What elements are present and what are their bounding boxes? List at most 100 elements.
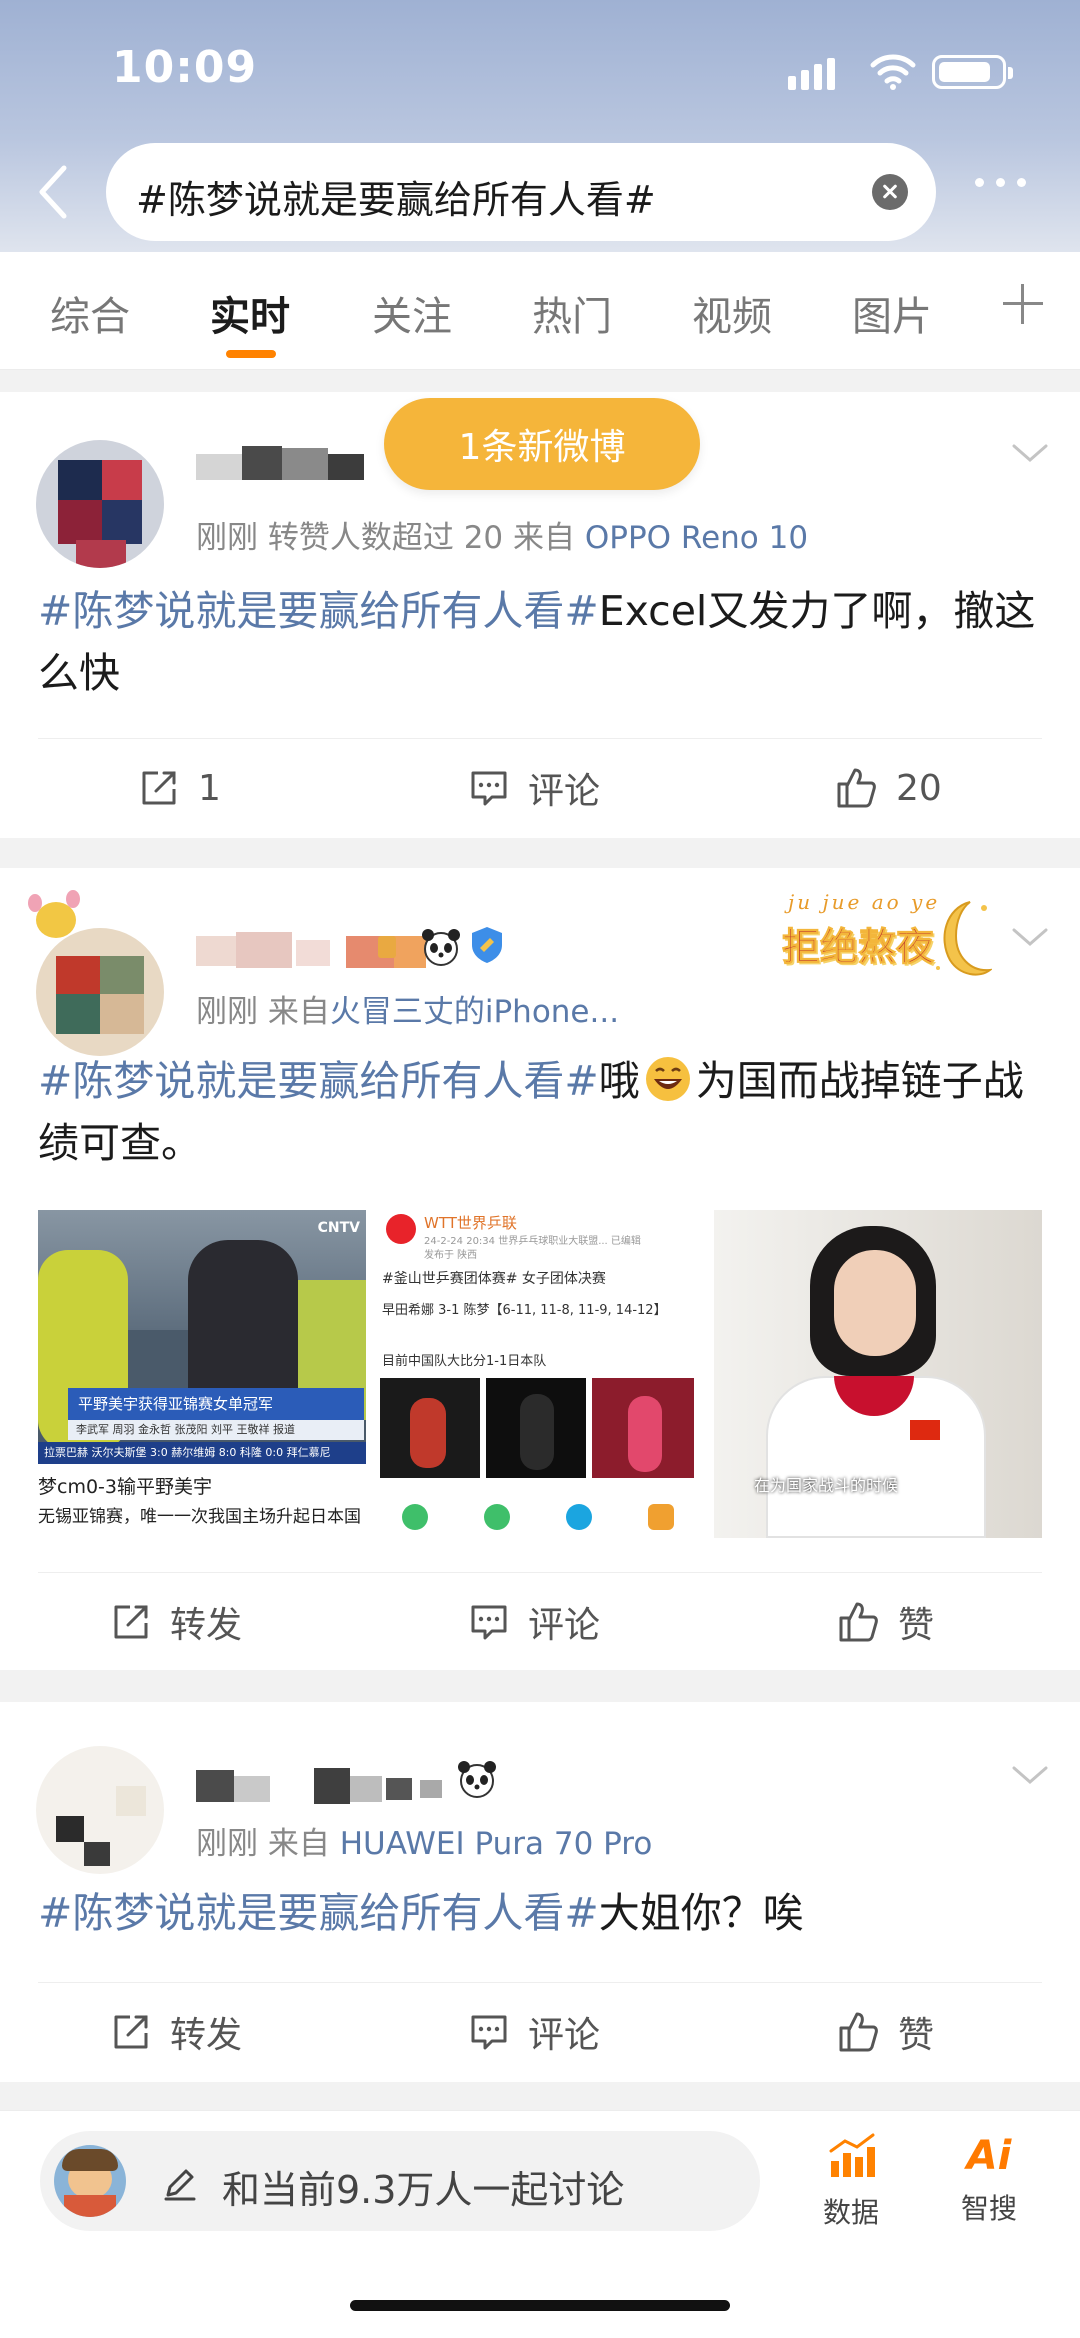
hashtag-link[interactable]: #陈梦说就是要赢给所有人看# xyxy=(38,1889,599,1937)
bar-chart-icon xyxy=(829,2133,875,2177)
tab-hot[interactable]: 热门 xyxy=(532,284,612,342)
post-text: #陈梦说就是要赢给所有人看#大姐你？唉 xyxy=(38,1882,1048,1944)
like-count: 20 xyxy=(896,767,942,809)
hashtag-link[interactable]: #陈梦说就是要赢给所有人看# xyxy=(38,587,599,635)
repost-button[interactable]: 1 xyxy=(138,763,221,813)
dot-icon xyxy=(1017,178,1026,187)
sticker-main-text: 拒绝熬夜 xyxy=(781,925,935,970)
avatar[interactable] xyxy=(36,1746,164,1874)
avatar[interactable] xyxy=(36,440,164,568)
cellular-signal-icon xyxy=(788,58,835,90)
thumbs-up-icon xyxy=(839,2012,878,2052)
repost-count: 1 xyxy=(198,767,221,809)
post-text: #陈梦说就是要赢给所有人看#Excel又发力了啊，撤这么快 xyxy=(38,580,1048,704)
thumbs-up-icon xyxy=(837,768,876,808)
ai-search-label: 智搜 xyxy=(960,2192,1017,2225)
post-source[interactable]: 火冒三丈的iPhone... xyxy=(330,994,619,1030)
tab-video[interactable]: 视频 xyxy=(692,284,772,342)
share-icon xyxy=(114,2015,148,2049)
like-label: 赞 xyxy=(898,2015,935,2056)
header: 10:09 #陈梦说就是要赢给所有人看# xyxy=(0,0,1080,252)
chevron-down-icon[interactable] xyxy=(1010,442,1050,466)
share-icon xyxy=(114,1605,148,1639)
user-avatar[interactable] xyxy=(54,2145,126,2217)
post-image[interactable]: WTT世界乒联 24-2-24 20:34 世界乒乓球职业大联盟... 已编辑 … xyxy=(376,1210,704,1538)
home-indicator xyxy=(350,2300,730,2311)
news-reporters-line: 李武军 周羽 金永哲 张茂阳 刘平 王敬祥 报道 xyxy=(68,1420,364,1440)
repost-label: 转发 xyxy=(170,1605,243,1646)
post-source[interactable]: HUAWEI Pura 70 Pro xyxy=(340,1826,653,1862)
chevron-down-icon[interactable] xyxy=(1010,1764,1050,1788)
action-bar: 1 评论 20 xyxy=(38,738,1042,838)
post-image[interactable]: 在为国家战斗的时候 xyxy=(714,1210,1042,1538)
image-caption-line1: 梦cm0-3输平野美宇 xyxy=(38,1476,212,1498)
chevron-down-icon[interactable] xyxy=(1010,926,1050,950)
sticker-badge: ju jue ao ye 拒绝熬夜 xyxy=(780,886,1000,990)
post-source[interactable]: OPPO Reno 10 xyxy=(585,520,808,556)
post-from: 来自 xyxy=(267,1826,330,1862)
search-input[interactable]: #陈梦说就是要赢给所有人看# xyxy=(106,143,936,241)
dot-icon xyxy=(975,178,984,187)
wtt-score: 早田希娜 3-1 陈梦【6-11, 11-8, 11-9, 14-12】 xyxy=(382,1303,667,1318)
compose-placeholder: 和当前9.3万人一起讨论 xyxy=(222,2168,625,2212)
like-button[interactable]: 20 xyxy=(834,763,942,813)
post-meta: 刚刚 来自火冒三丈的iPhone... xyxy=(196,986,619,1031)
comment-label: 评论 xyxy=(528,2015,601,2056)
post-text: #陈梦说就是要赢给所有人看#哦 为国而战掉链子战绩可查。 xyxy=(38,1050,1048,1174)
wtt-account-name: WTT世界乒联 xyxy=(424,1214,517,1232)
comment-label: 评论 xyxy=(528,1605,601,1646)
comment-button[interactable]: 评论 xyxy=(468,1597,600,1647)
status-time: 10:09 xyxy=(112,42,258,93)
username-blurred[interactable] xyxy=(196,440,366,486)
repost-button[interactable]: 转发 xyxy=(110,1597,242,1647)
battery-icon xyxy=(932,55,1013,89)
data-button[interactable]: 数据 xyxy=(796,2131,906,2231)
ai-search-button[interactable]: Ai 智搜 xyxy=(934,2131,1044,2227)
tab-comprehensive[interactable]: 综合 xyxy=(50,284,130,342)
panda-icon xyxy=(422,929,460,966)
post-time: 刚刚 xyxy=(196,994,258,1030)
chevron-left-icon xyxy=(39,165,67,219)
like-button[interactable]: 赞 xyxy=(836,1597,934,1647)
dot-icon xyxy=(996,178,1005,187)
post-meta: 刚刚 转赞人数超过 20 来自 OPPO Reno 10 xyxy=(196,512,808,557)
comment-button[interactable]: 评论 xyxy=(468,2007,600,2057)
comment-button[interactable]: 评论 xyxy=(468,763,600,813)
back-button[interactable] xyxy=(28,160,78,224)
ai-sparkle-icon: Ai xyxy=(966,2133,1012,2179)
post-meta: 刚刚 来自 HUAWEI Pura 70 Pro xyxy=(196,1818,652,1863)
wtt-topic: #釜山世乒赛团体赛# 女子团体决赛 xyxy=(382,1271,606,1287)
data-label: 数据 xyxy=(822,2196,879,2229)
wtt-summary: 目前中国队大比分1-1日本队 xyxy=(382,1354,547,1369)
more-options-button[interactable] xyxy=(975,178,1026,187)
sticker-small-text: ju jue ao ye xyxy=(788,890,941,914)
status-bar: 10:09 xyxy=(0,0,1080,140)
compose-input[interactable]: 和当前9.3万人一起讨论 xyxy=(40,2131,760,2231)
vip-badge-icon xyxy=(378,936,396,958)
clear-search-button[interactable] xyxy=(872,174,908,210)
tab-images[interactable]: 图片 xyxy=(852,284,932,342)
avatar[interactable] xyxy=(36,928,164,1056)
new-posts-badge[interactable]: 1条新微博 xyxy=(384,398,700,490)
comment-icon xyxy=(471,1605,507,1640)
post-body: 哦 xyxy=(598,1057,640,1105)
like-button[interactable]: 赞 xyxy=(836,2007,934,2057)
hashtag-link[interactable]: #陈梦说就是要赢给所有人看# xyxy=(38,1057,599,1105)
tab-following[interactable]: 关注 xyxy=(372,284,452,342)
post-stat: 转赞人数超过 20 xyxy=(267,520,504,556)
post-time: 刚刚 xyxy=(196,520,258,556)
post-from: 来自 xyxy=(513,520,576,556)
avatar-pendant-icon xyxy=(28,890,88,946)
tab-realtime[interactable]: 实时 xyxy=(210,284,290,342)
comment-icon xyxy=(471,771,507,806)
add-tab-icon[interactable] xyxy=(1003,284,1043,324)
share-icon xyxy=(142,771,176,805)
action-bar: 转发 评论 赞 xyxy=(38,1982,1042,2082)
post-image[interactable]: CNTV 平野美宇获得亚锦赛女单冠军 李武军 周羽 金永哲 张茂阳 刘平 王敬祥… xyxy=(38,1210,366,1538)
video-subtitle: 在为国家战斗的时候 xyxy=(754,1476,899,1495)
moon-icon xyxy=(936,901,992,976)
panda-icon xyxy=(458,1761,496,1798)
post-card[interactable]: 刚刚 来自 HUAWEI Pura 70 Pro #陈梦说就是要赢给所有人看#大… xyxy=(0,1702,1080,2082)
image-caption-line2: 无锡亚锦赛，唯一一次我国主场升起日本国 xyxy=(38,1507,361,1527)
repost-button[interactable]: 转发 xyxy=(110,2007,242,2057)
